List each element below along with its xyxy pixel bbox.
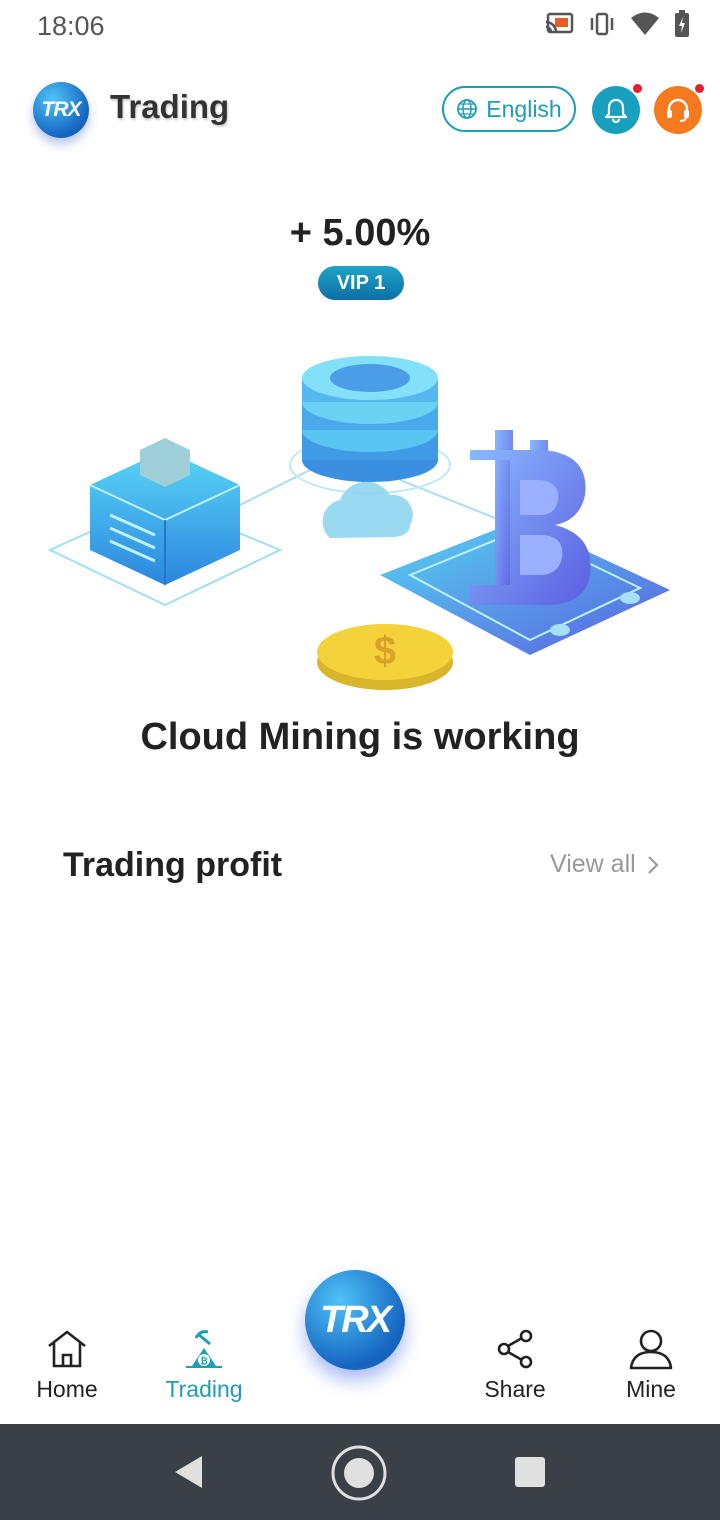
view-all-link[interactable]: View all <box>550 850 660 879</box>
battery-icon <box>675 10 689 37</box>
status-time: 18:06 <box>37 11 105 41</box>
nav-share[interactable]: Share <box>460 1328 570 1403</box>
database-stack <box>302 356 438 482</box>
trading-icon: ₿ <box>186 1330 222 1368</box>
mining-status-message: Cloud Mining is working <box>140 716 580 758</box>
dollar-coin: $ <box>317 624 453 690</box>
globe-icon <box>457 99 478 119</box>
nav-mine-label: Mine <box>626 1376 676 1402</box>
svg-text:₿: ₿ <box>200 1356 207 1366</box>
coin-symbol: $ <box>374 629 396 673</box>
section-title: Trading profit <box>63 846 283 884</box>
cloud-mining-illustration: $ <box>47 356 670 690</box>
app-header: TRX Trading English <box>0 70 720 150</box>
support-button[interactable] <box>654 84 704 134</box>
app-logo: TRX <box>33 82 89 138</box>
system-nav-bar <box>0 1424 720 1520</box>
notification-button[interactable] <box>592 84 642 134</box>
page-title: Trading <box>110 88 230 125</box>
nav-share-label: Share <box>484 1376 546 1402</box>
language-button[interactable]: English <box>442 86 576 132</box>
headset-icon <box>667 98 689 122</box>
bottom-nav: Home ₿ Trading TRX Share Mine <box>0 1270 720 1424</box>
support-dot <box>695 84 704 93</box>
nav-trading-label: Trading <box>165 1376 243 1402</box>
recents-icon[interactable] <box>514 1456 546 1488</box>
notification-dot <box>633 84 642 93</box>
nav-home[interactable]: Home <box>12 1328 122 1403</box>
vibrate-icon <box>590 12 614 36</box>
share-icon <box>497 1329 533 1369</box>
profit-rate: + 5.00% <box>289 212 431 254</box>
nav-mine[interactable]: Mine <box>596 1328 706 1403</box>
home-icon <box>48 1330 86 1368</box>
home-circle-icon[interactable] <box>330 1444 388 1502</box>
status-bar: 18:06 <box>0 0 720 56</box>
back-icon[interactable] <box>172 1454 204 1490</box>
user-icon <box>629 1329 673 1370</box>
status-icons <box>544 10 690 38</box>
logo-text: TRX <box>41 98 82 121</box>
view-all-label: View all <box>550 850 636 878</box>
vip-badge: VIP 1 <box>318 266 404 300</box>
nav-center-logo-button[interactable]: TRX <box>305 1270 405 1370</box>
nav-trading[interactable]: ₿ Trading <box>149 1328 259 1403</box>
bell-icon <box>604 98 628 124</box>
language-label: English <box>486 95 562 122</box>
nav-home-label: Home <box>36 1376 98 1402</box>
cast-icon <box>545 12 574 34</box>
chevron-right-icon <box>647 855 659 874</box>
wifi-icon <box>631 12 659 35</box>
nav-center-logo-text: TRX <box>320 1298 392 1341</box>
